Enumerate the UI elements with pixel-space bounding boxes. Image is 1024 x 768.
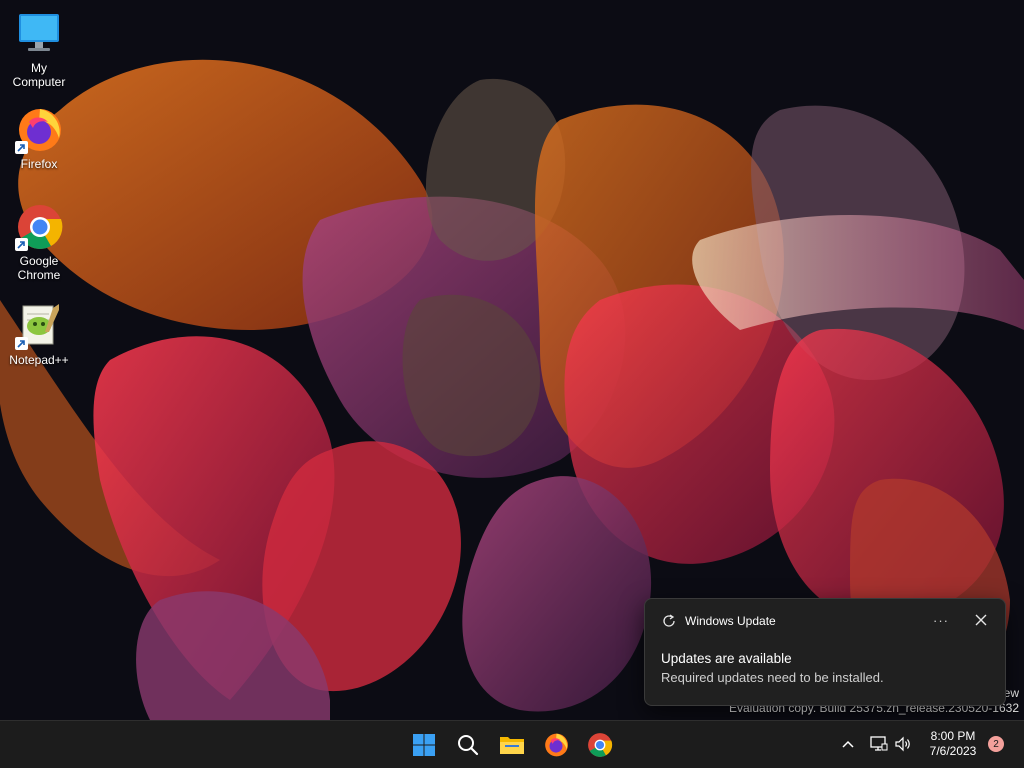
tray-clock[interactable]: 8:00 PM 7/6/2023 bbox=[920, 729, 986, 759]
clock-date: 7/6/2023 bbox=[929, 744, 977, 758]
desktop[interactable]: My Computer Firefox Google Chrome Notepa… bbox=[0, 0, 1024, 720]
desktop-icon-label: Firefox bbox=[20, 157, 58, 171]
desktop-icon-label: Notepad++ bbox=[9, 353, 69, 367]
desktop-icon-firefox[interactable]: Firefox bbox=[0, 106, 78, 171]
taskbar-file-explorer-button[interactable] bbox=[494, 727, 530, 763]
toast-body: Required updates need to be installed. bbox=[661, 670, 884, 685]
desktop-icon-google-chrome[interactable]: Google Chrome bbox=[0, 203, 78, 282]
taskbar-search-button[interactable] bbox=[450, 727, 486, 763]
toast-app-name: Windows Update bbox=[685, 614, 776, 628]
close-icon bbox=[975, 614, 987, 626]
chrome-icon bbox=[588, 733, 613, 757]
firefox-icon bbox=[545, 733, 568, 757]
taskbar-chrome-button[interactable] bbox=[582, 727, 618, 763]
notification-toast[interactable]: Windows Update ··· Updates are available… bbox=[644, 598, 1006, 706]
folder-icon bbox=[500, 737, 524, 754]
clock-time: 8:00 PM bbox=[930, 729, 976, 743]
toast-close-button[interactable] bbox=[969, 609, 993, 631]
taskbar: 8:00 PM 7/6/2023 2 bbox=[0, 720, 1024, 768]
chrome-icon bbox=[15, 203, 63, 251]
windows-logo-icon bbox=[413, 734, 435, 756]
desktop-icon-my-computer[interactable]: My Computer bbox=[0, 10, 78, 89]
notification-center-badge[interactable]: 2 bbox=[988, 736, 1004, 752]
chevron-up-icon bbox=[842, 740, 854, 748]
toast-header: Windows Update bbox=[661, 613, 776, 629]
shortcut-arrow-icon bbox=[15, 238, 28, 251]
notepadplusplus-icon bbox=[15, 302, 63, 350]
tray-show-hidden-icons-button[interactable] bbox=[837, 733, 859, 755]
toast-title: Updates are available bbox=[661, 651, 792, 666]
desktop-icon-label: Google Chrome bbox=[17, 254, 61, 282]
toast-more-button[interactable]: ··· bbox=[929, 609, 953, 631]
taskbar-firefox-button[interactable] bbox=[538, 727, 574, 763]
shortcut-arrow-icon bbox=[15, 141, 28, 154]
firefox-icon bbox=[15, 106, 63, 154]
shortcut-arrow-icon bbox=[15, 337, 28, 350]
desktop-icon-notepadplusplus[interactable]: Notepad++ bbox=[0, 302, 78, 367]
network-icon bbox=[870, 736, 888, 751]
tray-volume-button[interactable] bbox=[892, 733, 914, 755]
search-icon bbox=[458, 735, 479, 756]
speaker-icon bbox=[895, 736, 910, 752]
monitor-icon bbox=[15, 10, 63, 58]
refresh-icon bbox=[661, 613, 677, 629]
desktop-icon-label: My Computer bbox=[12, 61, 66, 89]
taskbar-start-button[interactable] bbox=[406, 727, 442, 763]
tray-network-button[interactable] bbox=[868, 733, 890, 755]
